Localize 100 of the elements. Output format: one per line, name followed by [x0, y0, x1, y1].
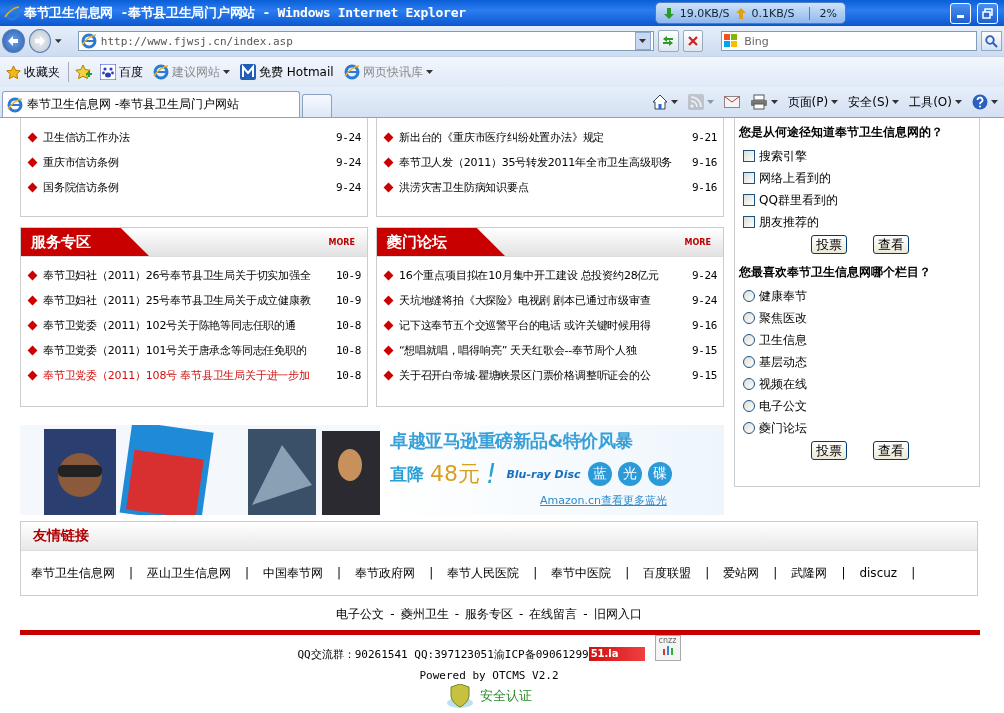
news-link[interactable]: 奉节卫党委（2011）101号关于唐承念等同志任免职的 [43, 343, 331, 358]
menu-button[interactable]: 页面(P) [787, 93, 839, 111]
separator: | [773, 566, 778, 580]
news-link[interactable]: 记下这奉节五个交巡警平台的电话 或许关键时候用得 [399, 318, 687, 333]
news-link[interactable]: 奉节卫妇社（2011）25号奉节县卫生局关于成立健康教 [43, 293, 331, 308]
caret-icon[interactable] [770, 100, 778, 104]
address-field[interactable]: http://www.fjwsj.cn/index.asp [77, 31, 654, 51]
news-link[interactable]: 奉节卫党委（2011）102号关于陈艳等同志任职的通 [43, 318, 331, 333]
news-link[interactable]: 卫生信访工作办法 [43, 130, 331, 145]
news-link[interactable]: 国务院信访条例 [43, 180, 331, 195]
caret-icon[interactable] [639, 39, 647, 43]
more-link[interactable]: MORE [328, 237, 355, 247]
toolbar-button[interactable] [651, 94, 678, 110]
forward-button[interactable] [28, 29, 52, 53]
poll-question: 您是从何途径知道奉节卫生信息网的？ [739, 124, 944, 141]
stats-icon[interactable]: cnzz [654, 635, 681, 661]
bullet-icon [383, 270, 394, 281]
news-date: 10-8 [335, 344, 361, 357]
news-date: 9-15 [691, 369, 717, 382]
poll-question: 您最喜欢奉节卫生信息网哪个栏目？ [739, 264, 932, 281]
friend-link[interactable]: 百度联盟 [643, 564, 692, 582]
separator: - [583, 607, 588, 621]
separator: | [129, 566, 134, 580]
menu-button[interactable]: 安全(S) [848, 93, 900, 111]
friend-link[interactable]: 中国奉节网 [263, 564, 324, 582]
friend-link[interactable]: 爱站网 [723, 564, 760, 582]
friend-link[interactable]: 奉节政府网 [355, 564, 416, 582]
radio-button[interactable] [743, 312, 755, 324]
footer-link[interactable]: 电子公文 [336, 605, 385, 623]
page-icon [343, 64, 360, 80]
news-link[interactable]: 奉节卫人发（2011）35号转发2011年全市卫生高级职务 [399, 155, 687, 170]
news-link[interactable]: 关于召开白帝城·瞿塘峡景区门票价格调整听证会的公 [399, 368, 687, 383]
poll-button[interactable]: 查看 [873, 235, 909, 254]
caret-icon[interactable] [670, 100, 678, 104]
caret-icon[interactable] [991, 100, 998, 104]
upload-speed: 0.1KB/S [751, 6, 795, 20]
separator: - [390, 607, 395, 621]
option-label: 健康奉节 [759, 287, 807, 305]
footer-link[interactable]: 夔州卫生 [400, 605, 449, 623]
minimize-button[interactable] [950, 2, 971, 24]
radio-button[interactable] [743, 400, 755, 412]
friend-link[interactable]: 奉节人民医院 [447, 564, 520, 582]
friend-link[interactable]: 奉节卫生信息网 [31, 564, 115, 582]
menu-button[interactable]: 工具(O) [909, 93, 962, 111]
checkbox[interactable] [743, 150, 755, 162]
disc-badge: 碟 [648, 462, 673, 486]
news-link[interactable]: 重庆市信访条例 [43, 155, 331, 170]
maximize-button[interactable] [977, 2, 998, 24]
news-link[interactable]: 奉节卫党委（2011）108号 奉节县卫生局关于进一步加 [43, 368, 331, 383]
checkbox[interactable] [743, 172, 755, 184]
bullet-icon [383, 132, 394, 143]
friend-link[interactable]: 武隆网 [791, 564, 828, 582]
footer-link[interactable]: 服务专区 [465, 605, 513, 623]
security-label[interactable]: 安全认证 [480, 687, 532, 705]
add-favorite-icon[interactable] [75, 64, 92, 80]
poll-button[interactable]: 投票 [811, 235, 847, 254]
caret-icon[interactable] [892, 100, 900, 104]
refresh-button[interactable] [657, 30, 679, 52]
news-link[interactable]: 16个重点项目拟在10月集中开工建设 总投资约28亿元 [399, 268, 687, 283]
checkbox[interactable] [743, 216, 755, 228]
home-icon [651, 94, 668, 110]
poll-button[interactable]: 投票 [811, 441, 847, 460]
friend-link[interactable]: 奉节中医院 [551, 564, 612, 582]
stop-button[interactable] [682, 30, 704, 52]
caret-icon[interactable] [955, 100, 962, 104]
ad-banner[interactable]: 卓越亚马逊重磅新品&特价风暴 直降 48元 ! Blu-ray Disc 蓝 光 碟 Amazon.cn查看更多蓝光 [20, 425, 724, 515]
caret-icon[interactable] [55, 39, 62, 43]
radio-button[interactable] [743, 378, 755, 390]
radio-button[interactable] [743, 356, 755, 368]
favorites-link[interactable]: 免费 Hotmail [238, 63, 336, 81]
news-link[interactable]: 天坑地缝将拍《大探险》电视剧 剧本已通过市级审查 [399, 293, 687, 308]
friend-link[interactable]: discuz [859, 566, 898, 580]
news-date: 9-24 [335, 156, 361, 169]
news-link[interactable]: 洪涝灾害卫生防病知识要点 [399, 180, 687, 195]
poll-button[interactable]: 查看 [873, 441, 909, 460]
checkbox[interactable] [743, 194, 755, 206]
toolbar-button[interactable] [749, 94, 778, 110]
friend-link[interactable]: 巫山卫生信息网 [147, 564, 232, 582]
option-label: 搜索引擎 [759, 147, 807, 165]
section-title: 服务专区 [21, 228, 149, 256]
banner-link[interactable]: Amazon.cn查看更多蓝光 [540, 493, 724, 508]
shield-icon[interactable] [446, 684, 474, 708]
radio-button[interactable] [743, 290, 755, 302]
radio-button[interactable] [743, 422, 755, 434]
search-button[interactable] [981, 31, 1002, 51]
footer-link[interactable]: 在线留言 [529, 605, 578, 623]
news-link[interactable]: 奉节卫妇社（2011）26号奉节县卫生局关于切实加强全 [43, 268, 331, 283]
favorites-link[interactable]: 百度 [98, 63, 145, 81]
back-button[interactable] [2, 29, 25, 53]
footer-link[interactable]: 旧网入口 [593, 605, 642, 623]
caret-icon[interactable] [831, 100, 839, 104]
more-link[interactable]: MORE [684, 237, 711, 247]
radio-button[interactable] [743, 334, 755, 346]
news-link[interactable]: 新出台的《重庆市医疗纠纷处置办法》规定 [399, 130, 687, 145]
news-link[interactable]: “想唱就唱，唱得响亮” 天天红歌会--奉节周个人独 [399, 343, 687, 358]
stats-badge[interactable]: 51.la [588, 647, 645, 661]
favorites-link[interactable]: 收藏夹 [4, 63, 62, 81]
browser-tab[interactable]: 奉节卫生信息网 -奉节县卫生局门户网站 [2, 91, 300, 117]
search-field[interactable]: Bing [721, 31, 978, 51]
toolbar-button[interactable] [972, 94, 998, 110]
